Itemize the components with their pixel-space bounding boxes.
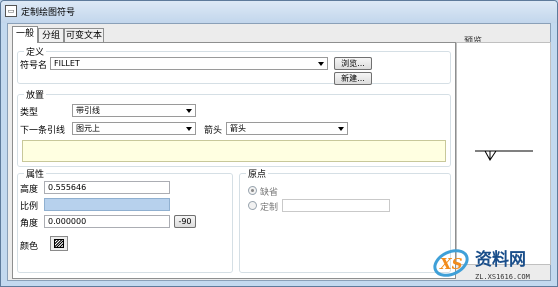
height-label: 高度: [20, 185, 39, 195]
definition-group-title: 定义: [24, 45, 47, 58]
watermark-logo-icon: XS 资料网 ZL.XS1616.COM: [433, 249, 530, 281]
app-icon: ▭: [5, 5, 17, 17]
next-leader-value: 图元上: [76, 124, 100, 133]
window-title: 定制绘图符号: [21, 8, 76, 18]
height-input[interactable]: 0.555646: [44, 181, 170, 194]
color-label: 颜色: [20, 242, 39, 252]
chevron-down-icon: [186, 127, 192, 131]
watermark: XS 资料网 ZL.XS1616.COM: [431, 237, 557, 286]
title-bar[interactable]: ▭ 定制绘图符号: [1, 1, 557, 23]
origin-default-radio[interactable]: [248, 186, 257, 195]
origin-custom-radio[interactable]: [248, 201, 257, 210]
attributes-group: 属性 高度 0.555646 比例 角度 0.000000 -90 颜色: [17, 167, 233, 273]
dialog-window: ▭ 定制绘图符号 一般 分组 可变文本 定义 符号名 FILLET 浏览... …: [0, 0, 558, 287]
origin-custom-input[interactable]: [282, 199, 390, 212]
preview-pane: [456, 42, 551, 265]
origin-custom-label: 定制: [260, 203, 279, 213]
symbol-preview-graphic: [475, 150, 533, 161]
next-leader-select[interactable]: 图元上: [72, 122, 196, 135]
scale-input[interactable]: [44, 198, 170, 211]
watermark-url: ZL.XS1616.COM: [475, 273, 530, 281]
type-select[interactable]: 带引线: [72, 104, 196, 117]
message-area: [22, 140, 446, 162]
chevron-down-icon: [338, 127, 344, 131]
chevron-down-icon: [318, 62, 324, 66]
placement-group: 放置 类型 带引线 下一条引线 图元上 箭头 箭头: [17, 88, 451, 167]
rotate-minus-90-button[interactable]: -90: [174, 215, 196, 228]
tab-grouping[interactable]: 分组: [38, 28, 64, 42]
browse-button[interactable]: 浏览...: [334, 57, 372, 70]
tab-variable-text[interactable]: 可变文本: [64, 28, 104, 42]
origin-default-label: 缺省: [260, 188, 279, 198]
origin-group: 原点 缺省 定制: [239, 167, 451, 273]
scale-label: 比例: [20, 202, 39, 212]
hatch-pattern-icon: [54, 239, 64, 248]
tab-general[interactable]: 一般: [12, 26, 38, 43]
symbol-name-label: 符号名: [20, 61, 48, 71]
symbol-name-select[interactable]: FILLET: [50, 57, 328, 70]
origin-group-title: 原点: [246, 167, 269, 180]
chevron-down-icon: [186, 109, 192, 113]
tab-page-general: 定义 符号名 FILLET 浏览... 新建... 放置 类型 带引线 下一条引…: [12, 42, 456, 279]
watermark-brand: 资料网: [475, 249, 526, 270]
symbol-name-value: FILLET: [54, 59, 80, 68]
attributes-group-title: 属性: [24, 167, 47, 180]
type-label: 类型: [20, 108, 39, 118]
definition-group: 定义 符号名 FILLET 浏览... 新建...: [17, 45, 451, 85]
next-leader-label: 下一条引线: [20, 126, 66, 136]
new-button[interactable]: 新建...: [334, 72, 372, 85]
arrow-value: 箭头: [230, 124, 246, 133]
angle-label: 角度: [20, 219, 39, 229]
angle-input[interactable]: 0.000000: [44, 215, 170, 228]
placement-group-title: 放置: [24, 88, 47, 101]
type-value: 带引线: [76, 106, 100, 115]
color-picker-button[interactable]: [50, 236, 68, 251]
arrow-select[interactable]: 箭头: [226, 122, 348, 135]
logo-text: XS: [439, 255, 463, 273]
arrow-label: 箭头: [204, 126, 223, 136]
